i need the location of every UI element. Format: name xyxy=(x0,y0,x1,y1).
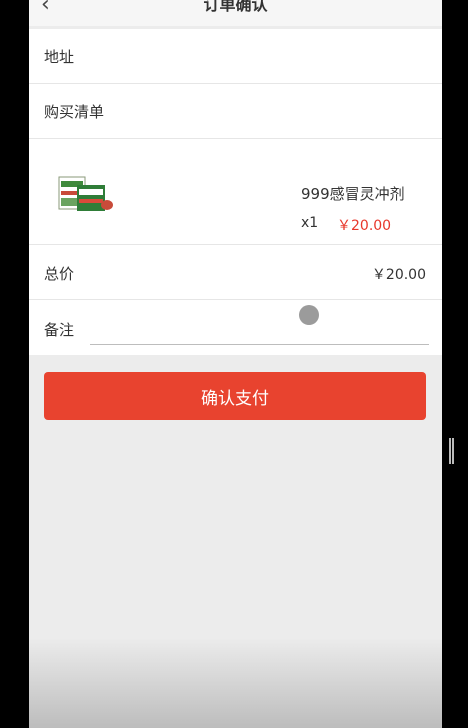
confirm-pay-button[interactable]: 确认支付 xyxy=(44,372,426,420)
product-price: ￥20.00 xyxy=(337,218,392,234)
note-row: 备注 xyxy=(29,300,442,355)
touch-indicator xyxy=(299,305,319,325)
product-item[interactable]: 999感冒灵冲剂 x1 ￥20.00 xyxy=(29,139,442,245)
purchase-list-row: 购买清单 xyxy=(29,84,442,139)
bottom-shade xyxy=(29,638,442,728)
top-bar: ‹ 订单确认 xyxy=(29,0,442,26)
address-label: 地址 xyxy=(44,48,75,66)
page-title: 订单确认 xyxy=(203,0,268,14)
total-label: 总价 xyxy=(44,265,75,283)
total-row: 总价 ￥20.00 xyxy=(29,245,442,300)
total-value: ￥20.00 xyxy=(371,267,426,283)
address-row[interactable]: 地址 xyxy=(29,29,442,84)
product-quantity: x1 xyxy=(301,215,319,231)
note-label: 备注 xyxy=(44,321,75,339)
scrollbar-handle[interactable] xyxy=(449,438,455,464)
product-name: 999感冒灵冲剂 xyxy=(301,185,405,203)
purchase-list-label: 购买清单 xyxy=(44,103,105,121)
product-image xyxy=(58,176,113,211)
order-confirm-screen: ‹ 订单确认 地址 购买清单 999感冒灵冲剂 x1 ￥20.00 总价 ￥20… xyxy=(29,0,442,728)
note-input[interactable] xyxy=(90,320,429,345)
